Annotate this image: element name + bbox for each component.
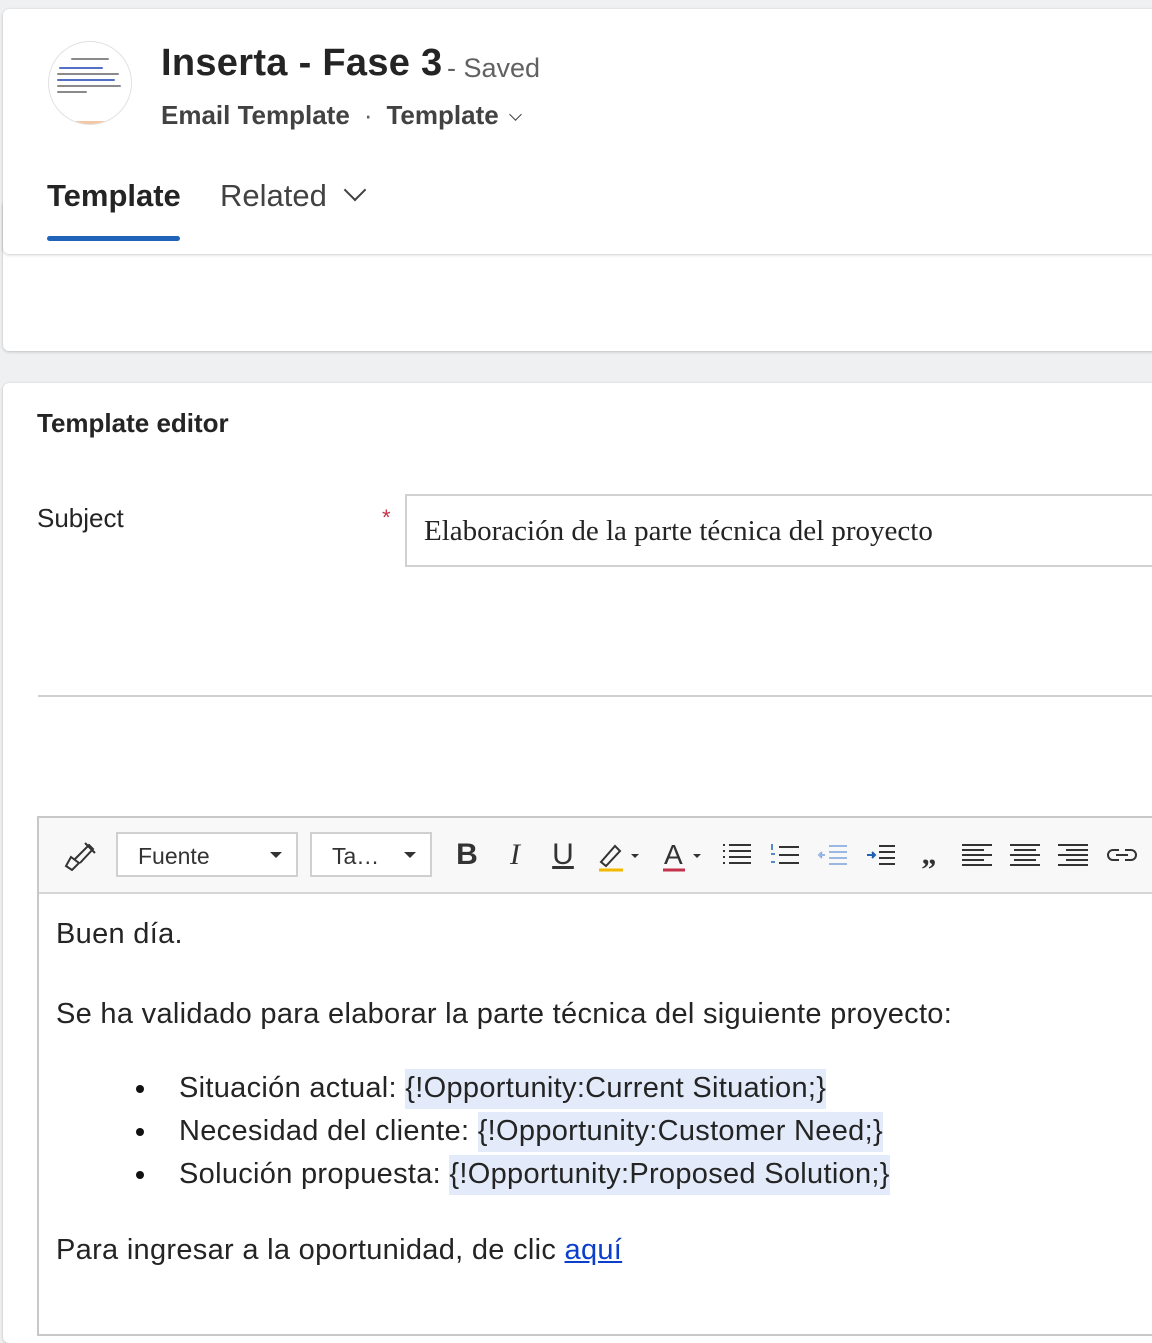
link-icon[interactable] (1103, 818, 1141, 892)
font-color-icon[interactable]: A (660, 818, 708, 892)
entity-breadcrumb: Email Template · Template (161, 100, 522, 131)
align-left-icon[interactable] (959, 818, 995, 892)
form-selector[interactable]: Template (386, 100, 522, 130)
placeholder-token[interactable]: {!Opportunity:Proposed Solution;} (449, 1155, 890, 1195)
caret-down-icon (270, 852, 282, 858)
separator: · (363, 100, 373, 130)
tab-related[interactable]: Related (220, 178, 367, 214)
align-right-icon[interactable] (1055, 818, 1091, 892)
opportunity-link[interactable]: aquí (565, 1234, 623, 1266)
size-dropdown-value: Ta… (332, 843, 380, 869)
font-color-glyph: A (664, 839, 683, 870)
placeholder-token[interactable]: {!Opportunity:Customer Need;} (477, 1112, 883, 1152)
chevron-down-icon (343, 178, 367, 202)
list-item-label: Situación actual: (179, 1072, 406, 1104)
required-marker: * (382, 505, 391, 530)
align-center-icon[interactable] (1007, 818, 1043, 892)
closing-text: Para ingresar a la oportunidad, de clic (56, 1234, 565, 1266)
font-dropdown-value: Fuente (138, 843, 210, 869)
section-title: Template editor (37, 408, 229, 438)
bullet-point (136, 1085, 144, 1093)
editor-toolbar: Fuente Ta… B I U A „ (39, 818, 1152, 894)
font-dropdown[interactable]: Fuente (116, 832, 298, 877)
closing-paragraph: Para ingresar a la oportunidad, de clic … (56, 1236, 622, 1265)
placeholder-token[interactable]: {!Opportunity:Current Situation;} (405, 1069, 827, 1109)
caret-down-icon (404, 852, 416, 858)
highlight-icon[interactable] (594, 818, 644, 892)
save-status: - Saved (447, 53, 541, 83)
decrease-indent-icon[interactable] (815, 818, 851, 892)
template-thumbnail (48, 41, 132, 125)
underline-icon[interactable]: U (545, 818, 581, 892)
list-item-label: Solución propuesta: (179, 1158, 450, 1190)
numbered-list-icon[interactable] (767, 818, 803, 892)
list-item: Situación actual: {!Opportunity:Current … (179, 1069, 827, 1109)
subject-input[interactable]: Elaboración de la parte técnica del proy… (405, 494, 1152, 567)
format-painter-icon[interactable] (59, 818, 101, 892)
intro-text: Se ha validado para elaborar la parte té… (56, 998, 953, 1030)
selected-tab-indicator (47, 236, 180, 241)
divider (38, 695, 1152, 697)
bold-icon[interactable]: B (449, 818, 485, 892)
bullet-point (136, 1171, 144, 1179)
chevron-down-icon (508, 108, 522, 121)
greeting-text: Buen día. (56, 918, 183, 950)
list-item: Solución propuesta: {!Opportunity:Propos… (179, 1155, 890, 1195)
page-title: Inserta - Fase 3 (161, 42, 443, 84)
subject-value: Elaboración de la parte técnica del proy… (424, 515, 933, 547)
tab-related-label: Related (220, 178, 327, 213)
form-selector-label: Template (386, 100, 499, 130)
italic-icon[interactable]: I (497, 818, 533, 892)
bullet-point (136, 1128, 144, 1136)
list-item-label: Necesidad del cliente: (179, 1115, 478, 1147)
bulleted-list-icon[interactable] (719, 818, 755, 892)
entity-name: Email Template (161, 100, 350, 130)
size-dropdown[interactable]: Ta… (310, 832, 432, 877)
list-item: Necesidad del cliente: {!Opportunity:Cus… (179, 1112, 883, 1152)
rich-text-editor[interactable]: Fuente Ta… B I U A „ Buen día. Se ha val… (37, 816, 1152, 1336)
tab-template[interactable]: Template (47, 178, 181, 214)
subject-label: Subject (37, 503, 124, 533)
quote-icon[interactable]: „ (911, 818, 947, 892)
increase-indent-icon[interactable] (863, 818, 899, 892)
